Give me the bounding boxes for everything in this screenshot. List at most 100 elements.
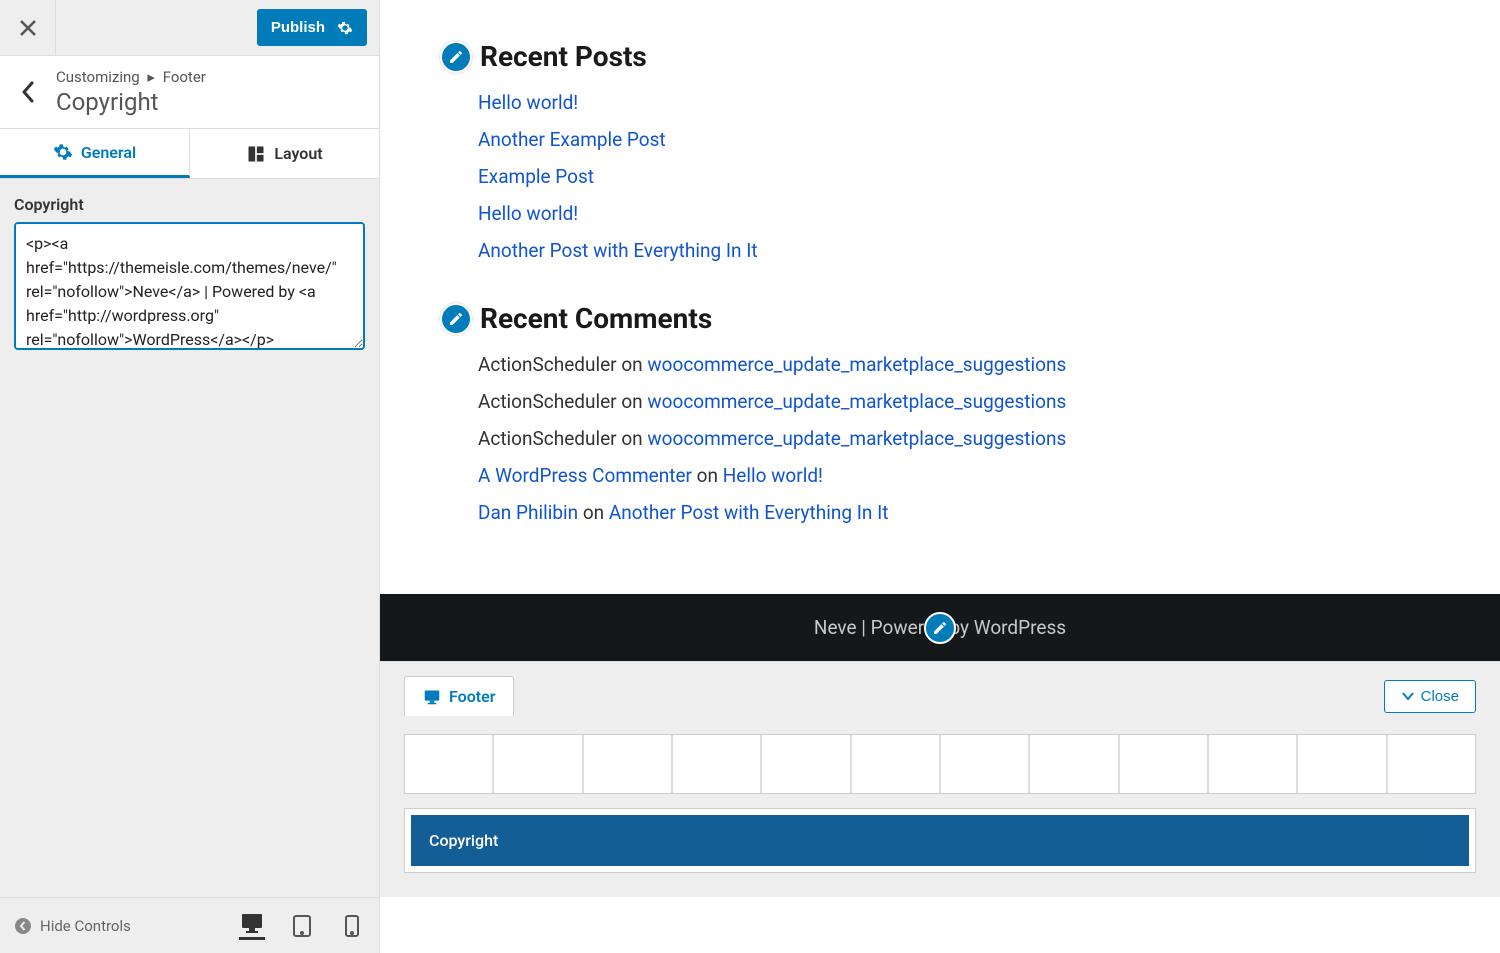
builder-header: Footer Close: [404, 676, 1476, 716]
pencil-icon: [932, 620, 948, 636]
desktop-preview-button[interactable]: [239, 912, 265, 940]
comment-post-link[interactable]: Another Post with Everything In It: [609, 501, 889, 524]
comment-on-text: on: [692, 464, 723, 487]
builder-tab-label: Footer: [449, 687, 495, 706]
builder-close-label: Close: [1421, 688, 1459, 705]
hide-controls-label: Hide Controls: [40, 917, 131, 935]
tab-general-label: General: [81, 143, 136, 162]
comment-on-text: on: [617, 427, 648, 450]
footer-builder-panel: Footer Close: [380, 661, 1500, 897]
copyright-block[interactable]: Copyright: [411, 815, 1469, 866]
builder-cell[interactable]: [1388, 735, 1475, 793]
list-item: Another Post with Everything In It: [478, 239, 1440, 262]
preview-content: Recent Posts Hello world! Another Example…: [380, 0, 1500, 594]
comment-author-link[interactable]: A WordPress Commenter: [478, 464, 692, 487]
publish-button[interactable]: Publish: [257, 9, 367, 46]
comment-author-link[interactable]: Dan Philibin: [478, 501, 578, 524]
sidebar-spacer: [0, 370, 379, 897]
edit-shortcut-footer[interactable]: [924, 612, 956, 644]
breadcrumb: Customizing ▸ Footer: [56, 68, 206, 86]
footer-powered-by: Powered by: [871, 616, 974, 639]
comment-author: ActionScheduler: [478, 427, 617, 450]
footer-theme-link[interactable]: Neve: [814, 616, 857, 639]
footer-sep: |: [857, 616, 871, 639]
copyright-textarea[interactable]: [14, 222, 365, 350]
builder-cell[interactable]: [405, 735, 492, 793]
builder-cell[interactable]: [494, 735, 581, 793]
comment-on-text: on: [617, 353, 648, 376]
mobile-icon: [345, 915, 359, 937]
post-link[interactable]: Hello world!: [478, 91, 578, 114]
desktop-icon: [423, 689, 441, 705]
sidebar-bottom-bar: Hide Controls: [0, 897, 379, 953]
builder-cell[interactable]: [762, 735, 849, 793]
comment-post-link[interactable]: woocommerce_update_marketplace_suggestio…: [647, 353, 1066, 376]
recent-comments-list: ActionScheduler on woocommerce_update_ma…: [440, 353, 1440, 524]
list-item: Example Post: [478, 165, 1440, 188]
post-link[interactable]: Another Post with Everything In It: [478, 239, 758, 262]
list-item: Hello world!: [478, 91, 1440, 114]
list-item: A WordPress Commenter on Hello world!: [478, 464, 1440, 487]
gear-icon: [53, 142, 73, 162]
device-preview-icons: [239, 912, 365, 940]
recent-posts-widget: Recent Posts Hello world! Another Example…: [440, 40, 1440, 262]
chevron-left-circle-icon: [14, 917, 32, 935]
list-item: Another Example Post: [478, 128, 1440, 151]
recent-posts-title: Recent Posts: [480, 40, 647, 73]
publish-label: Publish: [271, 19, 325, 36]
builder-cell[interactable]: [1298, 735, 1385, 793]
mobile-preview-button[interactable]: [339, 912, 365, 940]
tab-layout[interactable]: Layout: [190, 129, 379, 178]
recent-comments-widget: Recent Comments ActionScheduler on wooco…: [440, 302, 1440, 524]
post-link[interactable]: Hello world!: [478, 202, 578, 225]
chevron-left-icon: [21, 81, 35, 103]
chevron-down-icon: [1401, 689, 1415, 703]
back-button[interactable]: [14, 81, 42, 103]
comment-post-link[interactable]: Hello world!: [723, 464, 823, 487]
builder-cell[interactable]: [1120, 735, 1207, 793]
builder-cell[interactable]: [584, 735, 671, 793]
tablet-preview-button[interactable]: [289, 912, 315, 940]
controls: Copyright: [0, 179, 379, 370]
tablet-icon: [292, 915, 312, 937]
post-link[interactable]: Another Example Post: [478, 128, 666, 151]
publish-area: Publish: [56, 0, 379, 55]
hide-controls-button[interactable]: Hide Controls: [14, 917, 131, 935]
list-item: ActionScheduler on woocommerce_update_ma…: [478, 427, 1440, 450]
comment-post-link[interactable]: woocommerce_update_marketplace_suggestio…: [647, 390, 1066, 413]
customizer-sidebar: Publish Customizing ▸ Footer Copyright: [0, 0, 380, 953]
breadcrumb-section: Footer: [163, 68, 206, 86]
builder-cell[interactable]: [1209, 735, 1296, 793]
edit-shortcut-recent-comments[interactable]: [440, 303, 472, 335]
gear-icon: [337, 20, 353, 36]
builder-row-top[interactable]: [404, 734, 1476, 794]
builder-row-bottom[interactable]: Copyright: [404, 808, 1476, 873]
recent-comments-title: Recent Comments: [480, 302, 712, 335]
builder-cell[interactable]: [852, 735, 939, 793]
builder-close-button[interactable]: Close: [1384, 680, 1476, 713]
breadcrumb-separator: ▸: [147, 68, 155, 86]
builder-cell[interactable]: [673, 735, 760, 793]
layout-icon: [246, 144, 266, 164]
tabs: General Layout: [0, 129, 379, 179]
comment-author: ActionScheduler: [478, 353, 617, 376]
footer-wordpress-link[interactable]: WordPress: [974, 616, 1066, 639]
comment-on-text: on: [617, 390, 648, 413]
post-link[interactable]: Example Post: [478, 165, 594, 188]
builder-cell[interactable]: [1030, 735, 1117, 793]
builder-rows: Copyright: [404, 734, 1476, 873]
site-footer: Neve | Powered by WordPress: [380, 594, 1500, 661]
sidebar-top-bar: Publish: [0, 0, 379, 56]
pencil-icon: [448, 49, 464, 65]
comment-post-link[interactable]: woocommerce_update_marketplace_suggestio…: [647, 427, 1066, 450]
close-customizer-button[interactable]: [0, 0, 56, 55]
pencil-icon: [448, 311, 464, 327]
tab-general[interactable]: General: [0, 129, 190, 178]
builder-cell[interactable]: [941, 735, 1028, 793]
recent-posts-list: Hello world! Another Example Post Example …: [440, 91, 1440, 262]
edit-shortcut-recent-posts[interactable]: [440, 41, 472, 73]
list-item: Dan Philibin on Another Post with Everyt…: [478, 501, 1440, 524]
section-header: Customizing ▸ Footer Copyright: [0, 56, 379, 129]
list-item: ActionScheduler on woocommerce_update_ma…: [478, 390, 1440, 413]
builder-tab-footer[interactable]: Footer: [404, 676, 514, 716]
